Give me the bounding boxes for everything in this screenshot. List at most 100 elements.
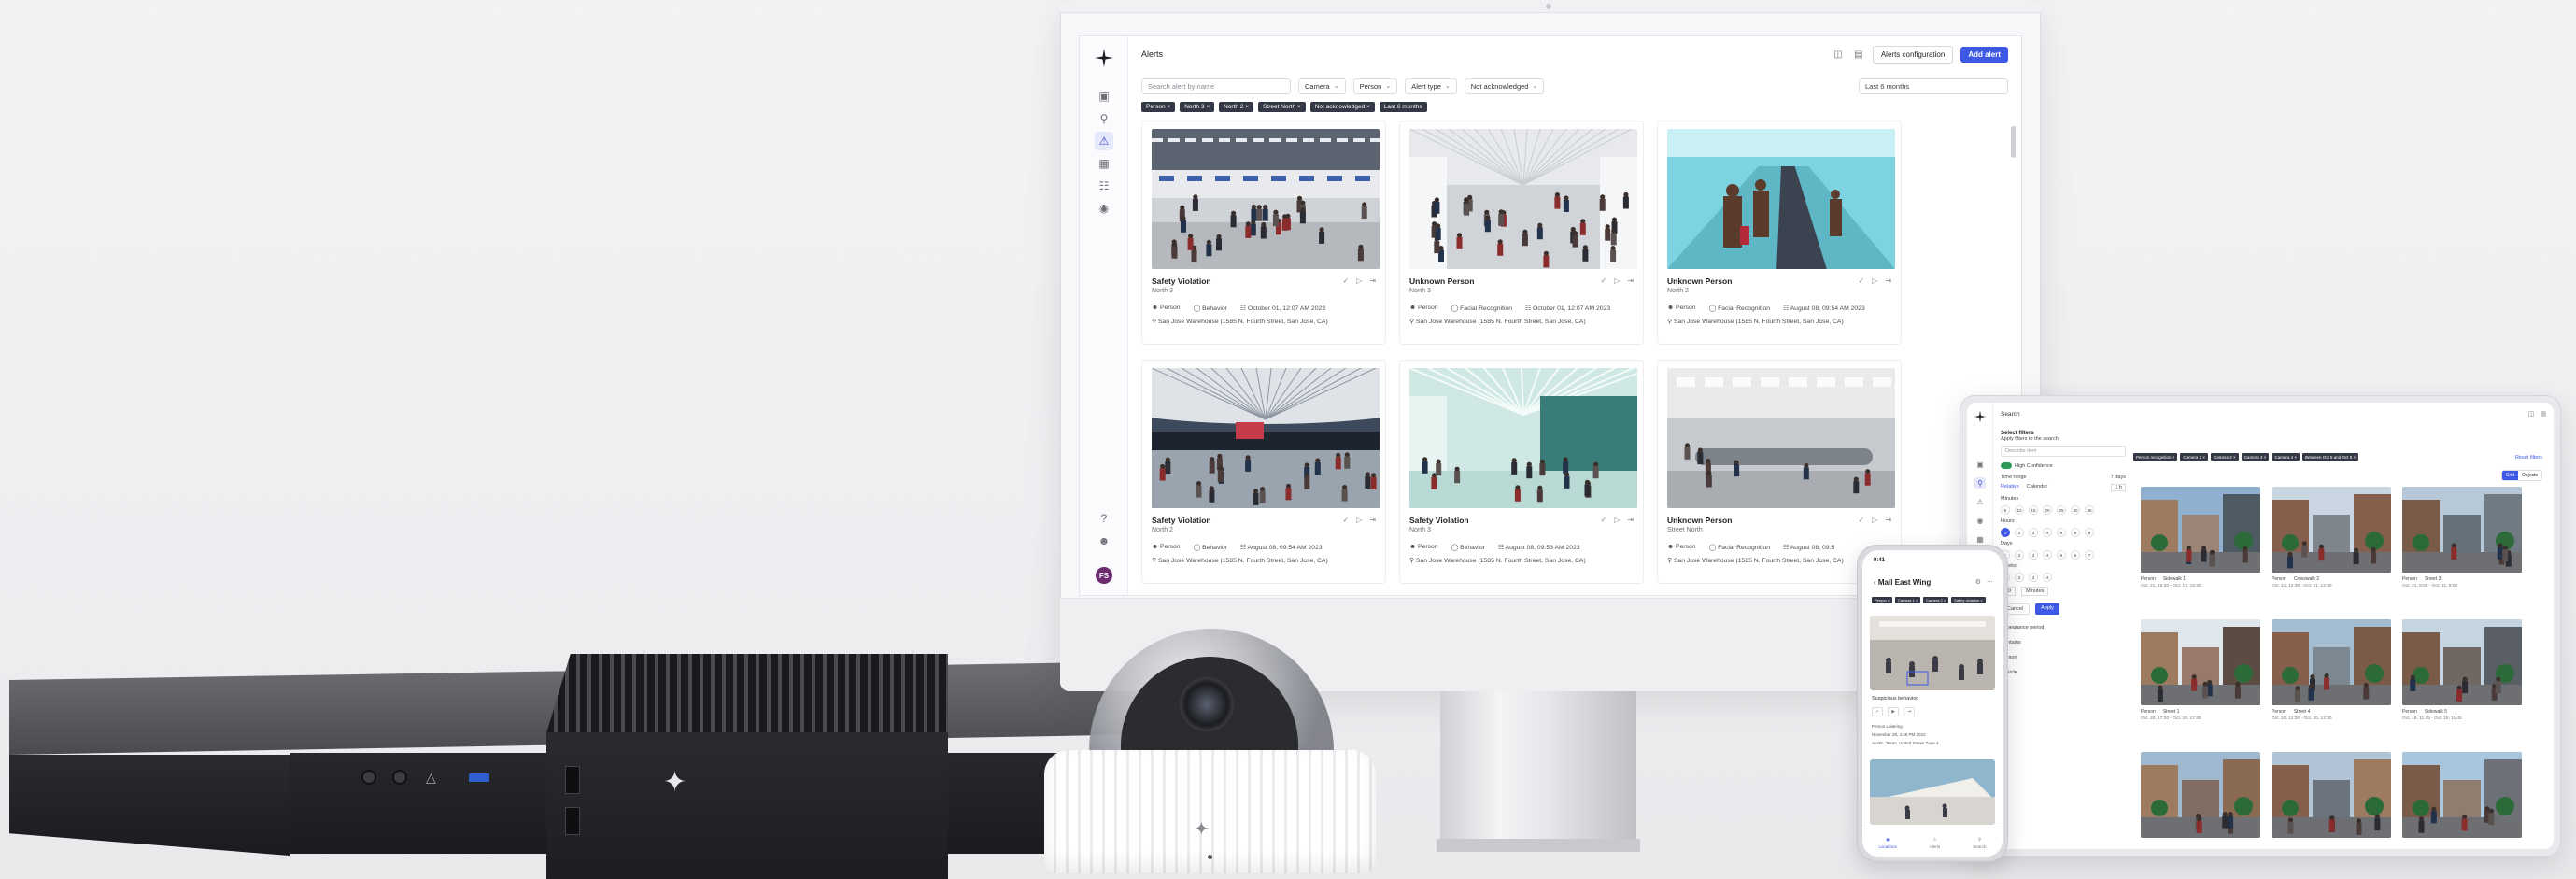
search-nav-icon[interactable]: ⚲	[1095, 109, 1113, 128]
describe-item-input[interactable]: Describe item	[2001, 446, 2126, 457]
alerts-nav-icon[interactable]: ⚠	[1095, 132, 1113, 150]
share-icon[interactable]: ⇥	[1885, 516, 1891, 524]
range-option[interactable]: 45	[2085, 505, 2094, 515]
avatar[interactable]: FS	[1096, 567, 1112, 584]
filter-chip[interactable]: Person ×	[1141, 102, 1176, 112]
alert-thumbnail[interactable]	[1409, 129, 1637, 269]
folder-icon[interactable]: ◫	[2528, 410, 2535, 418]
search-nav-icon[interactable]: ⚲	[1974, 477, 1986, 489]
range-option[interactable]: 2	[2015, 528, 2024, 537]
trash-icon[interactable]: ▤	[2540, 410, 2546, 418]
range-option[interactable]: 7	[2085, 550, 2094, 560]
section-contains[interactable]: Contains	[2001, 635, 2126, 650]
acknowledge-icon[interactable]: ✓	[1872, 707, 1884, 716]
section-person[interactable]: Person	[2001, 650, 2126, 665]
result-thumbnail[interactable]	[2141, 487, 2260, 573]
range-option[interactable]: 5	[2057, 528, 2066, 537]
acknowledged-dropdown[interactable]: Not acknowledged ⌄	[1464, 78, 1545, 94]
alerts-configuration-button[interactable]: Alerts configuration	[1872, 45, 1954, 64]
alert-card[interactable]: Safety Violation North 3 ✓ ▷ ⇥ ☻ Person …	[1141, 121, 1386, 345]
nav-locations[interactable]: ◉ Locations	[1878, 837, 1896, 849]
range-option[interactable]: 2	[2015, 550, 2024, 560]
trash-icon[interactable]: ▤	[1852, 48, 1865, 61]
share-icon[interactable]: ⇥	[1369, 276, 1376, 285]
more-icon[interactable]: ⋯	[1987, 578, 1993, 586]
share-icon[interactable]: ⇥	[1369, 516, 1376, 524]
range-option[interactable]: 3	[2029, 528, 2038, 537]
map-nav-icon[interactable]: ◉	[1095, 199, 1113, 218]
range-option[interactable]: 15	[2029, 505, 2038, 515]
camera-nav-icon[interactable]: ▣	[1095, 87, 1113, 106]
filter-chip[interactable]: Camera 2 ×	[1923, 597, 1949, 603]
result-card[interactable]: Person Sidewalk 1 Oct. 21, 16:30 - Oct. 1…	[2141, 487, 2260, 608]
result-thumbnail[interactable]	[2272, 619, 2391, 705]
range-option[interactable]: 3	[2029, 573, 2038, 582]
play-icon[interactable]: ▶	[1888, 707, 1900, 716]
alert-thumbnail[interactable]	[1870, 616, 1995, 690]
unit-dropdown[interactable]: 1 h	[2111, 484, 2126, 491]
share-icon[interactable]: ⇥	[1904, 707, 1916, 716]
alert-card[interactable]: Safety Violation North 2 ✓ ▷ ⇥ ☻ Person …	[1141, 360, 1386, 584]
play-icon[interactable]: ▷	[1872, 276, 1877, 285]
user-icon[interactable]: ☻	[1095, 532, 1113, 550]
range-option[interactable]: 25	[2057, 505, 2066, 515]
result-card[interactable]	[2272, 752, 2391, 849]
filter-chip[interactable]: Between Oct 5 and Oct 8 ×	[2301, 453, 2359, 461]
alert-thumbnail[interactable]	[1152, 129, 1380, 269]
filter-chip[interactable]: Camera 4 ×	[2272, 453, 2300, 461]
range-option[interactable]: 4	[2043, 550, 2052, 560]
filter-chip[interactable]: Person recognition ×	[2133, 453, 2178, 461]
range-option[interactable]: 4	[2043, 573, 2052, 582]
result-thumbnail[interactable]	[2402, 487, 2522, 573]
range-option[interactable]: 1	[2001, 528, 2010, 537]
folder-icon[interactable]: ◫	[1832, 48, 1845, 61]
share-icon[interactable]: ⇥	[1627, 516, 1634, 524]
filter-chip[interactable]: Person ×	[1872, 597, 1893, 603]
custom-unit-dropdown[interactable]: Minutes	[2021, 587, 2049, 596]
alert-thumbnail[interactable]	[1409, 368, 1637, 508]
help-icon[interactable]: ?	[1095, 509, 1113, 528]
range-option[interactable]: 5	[2057, 550, 2066, 560]
result-card[interactable]	[2402, 752, 2522, 849]
confidence-toggle[interactable]: High Confidence	[2001, 462, 2126, 469]
camera-nav-icon[interactable]: ▣	[1974, 459, 1986, 470]
alert-card[interactable]: Unknown Person North 3 ✓ ▷ ⇥ ☻ Person ◯ …	[1399, 121, 1644, 345]
filter-chip[interactable]: Safety violation ×	[1951, 597, 1986, 603]
acknowledge-icon[interactable]: ✓	[1858, 516, 1864, 524]
alert-type-dropdown[interactable]: Alert type ⌄	[1405, 78, 1457, 94]
play-icon[interactable]: ▷	[1614, 516, 1620, 524]
play-icon[interactable]: ▷	[1614, 276, 1620, 285]
filter-chip[interactable]: North 2 ×	[1219, 102, 1254, 112]
range-option[interactable]: 4	[2043, 528, 2052, 537]
tab-calendar[interactable]: Calendar	[2027, 484, 2047, 491]
alert-thumbnail[interactable]	[1667, 368, 1895, 508]
dashboard-nav-icon[interactable]: ▦	[1095, 154, 1113, 173]
nav-alerts[interactable]: ⚠ Alerts	[1930, 837, 1941, 849]
range-option[interactable]: 2	[2015, 573, 2024, 582]
result-card[interactable]: Person Sidewalk 5 Oct. 19, 11:45 - Oct. 1…	[2402, 619, 2522, 741]
filter-chip[interactable]: Street North ×	[1258, 102, 1306, 112]
acknowledge-icon[interactable]: ✓	[1600, 276, 1606, 285]
date-range-input[interactable]: Last 6 months	[1859, 78, 2008, 94]
alert-thumbnail[interactable]	[1870, 759, 1995, 825]
section-appearance-period[interactable]: Appearance period	[2001, 620, 2126, 635]
section-vehicle[interactable]: Vehicle	[2001, 665, 2126, 680]
acknowledge-icon[interactable]: ✓	[1858, 276, 1864, 285]
range-option[interactable]: 10	[2015, 505, 2024, 515]
range-option[interactable]: 3	[2029, 550, 2038, 560]
alert-card[interactable]: Unknown Person North 2 ✓ ▷ ⇥ ☻ Person ◯ …	[1657, 121, 1902, 345]
apply-button[interactable]: Apply	[2035, 603, 2059, 615]
acknowledge-icon[interactable]: ✓	[1342, 516, 1349, 524]
result-thumbnail[interactable]	[2272, 752, 2391, 838]
filter-chip[interactable]: Not acknowledged ×	[1309, 102, 1375, 112]
range-option[interactable]: 6	[2071, 550, 2080, 560]
range-option[interactable]: 5	[2001, 505, 2010, 515]
acknowledge-icon[interactable]: ✓	[1342, 276, 1349, 285]
filter-chip[interactable]: Camera 2 ×	[2211, 453, 2239, 461]
map-nav-icon[interactable]: ◉	[1974, 515, 1986, 526]
result-thumbnail[interactable]	[2272, 487, 2391, 573]
result-card[interactable]: Person Street 3 Oct. 21, 8:00 - Oct. 21, …	[2402, 487, 2522, 608]
reset-filters-link[interactable]: Reset filters	[2515, 455, 2542, 461]
result-card[interactable]	[2141, 752, 2260, 849]
calendar-nav-icon[interactable]: ☷	[1095, 177, 1113, 195]
